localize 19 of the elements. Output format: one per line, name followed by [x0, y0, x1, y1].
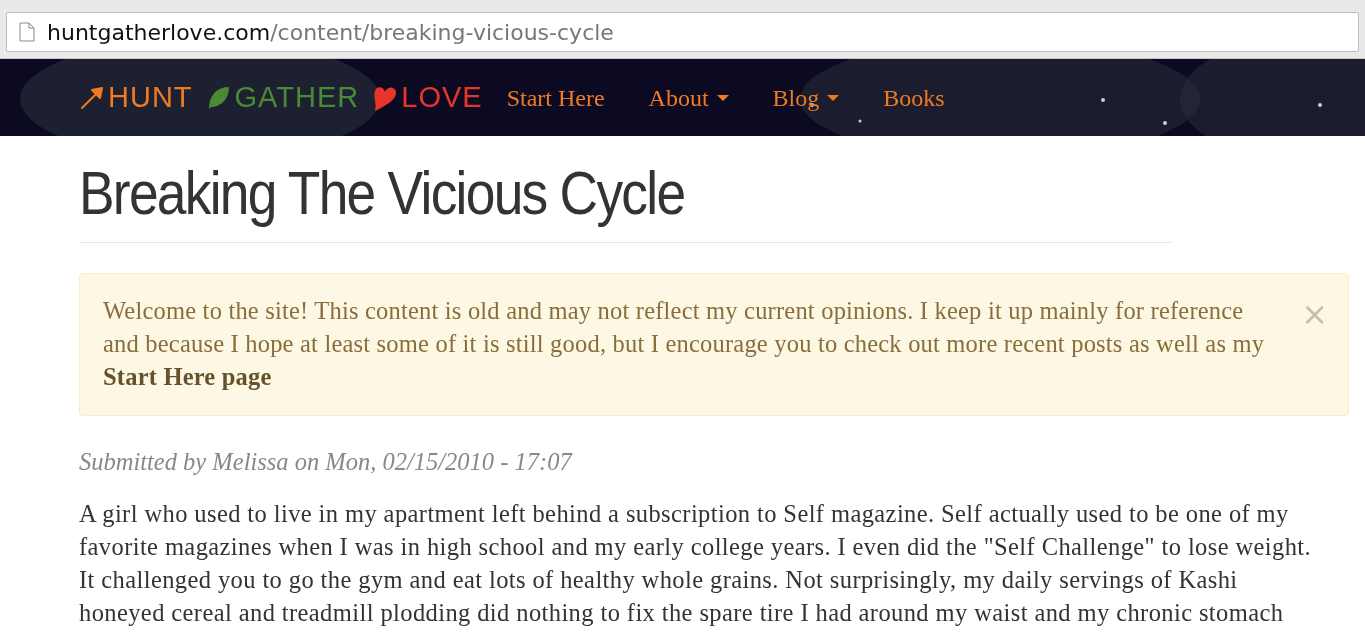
caret-icon [716, 93, 729, 102]
notice-text: Welcome to the site! This content is old and may not reflect my current opinions. I keep it up mainly for reference and because I hope at least some of it is still good, but I encourage you to check out more recent posts as well as my Start Here page [103, 296, 1266, 392]
submitted-line: Submitted by Melissa on Mon, 02/15/2010 - 17:07 [79, 447, 574, 477]
nav-link[interactable]: Books [883, 79, 945, 116]
caret-icon [827, 93, 840, 102]
logo-word[interactable]: LOVE [401, 83, 483, 112]
nav-link[interactable]: Blog [772, 79, 840, 116]
page-title: Breaking The Vicious Cycle [79, 136, 1172, 243]
url-text: huntgatherlove.com/content/breaking-vicious-cycle [47, 18, 614, 47]
logo-word[interactable]: HUNT [108, 83, 193, 112]
page-icon [19, 22, 35, 42]
nav-link[interactable]: About [648, 79, 729, 116]
nav-link[interactable]: Start Here [506, 79, 605, 116]
arrow-icon [80, 85, 104, 110]
leaf-icon [206, 84, 231, 111]
address-bar[interactable]: huntgatherlove.com/content/breaking-vicious-cycle [6, 12, 1359, 52]
logo-word[interactable]: GATHER [234, 83, 360, 112]
article-paragraph: A girl who used to live in my apartment left behind a subscription to Self magazine. Self actually used to be one of my favorite magazines when I was in high school and my early college years. I even did the "Self Challenge" to lose weight. It challenged you to go the gym and eat lots of healthy whole grains. Not surprisingly, my daily servings of Kashi honeyed cereal and treadmill plodding did nothing to fix the spare tire I had around my waist and my chronic stomach [79, 498, 1313, 628]
heart-icon [373, 84, 398, 111]
